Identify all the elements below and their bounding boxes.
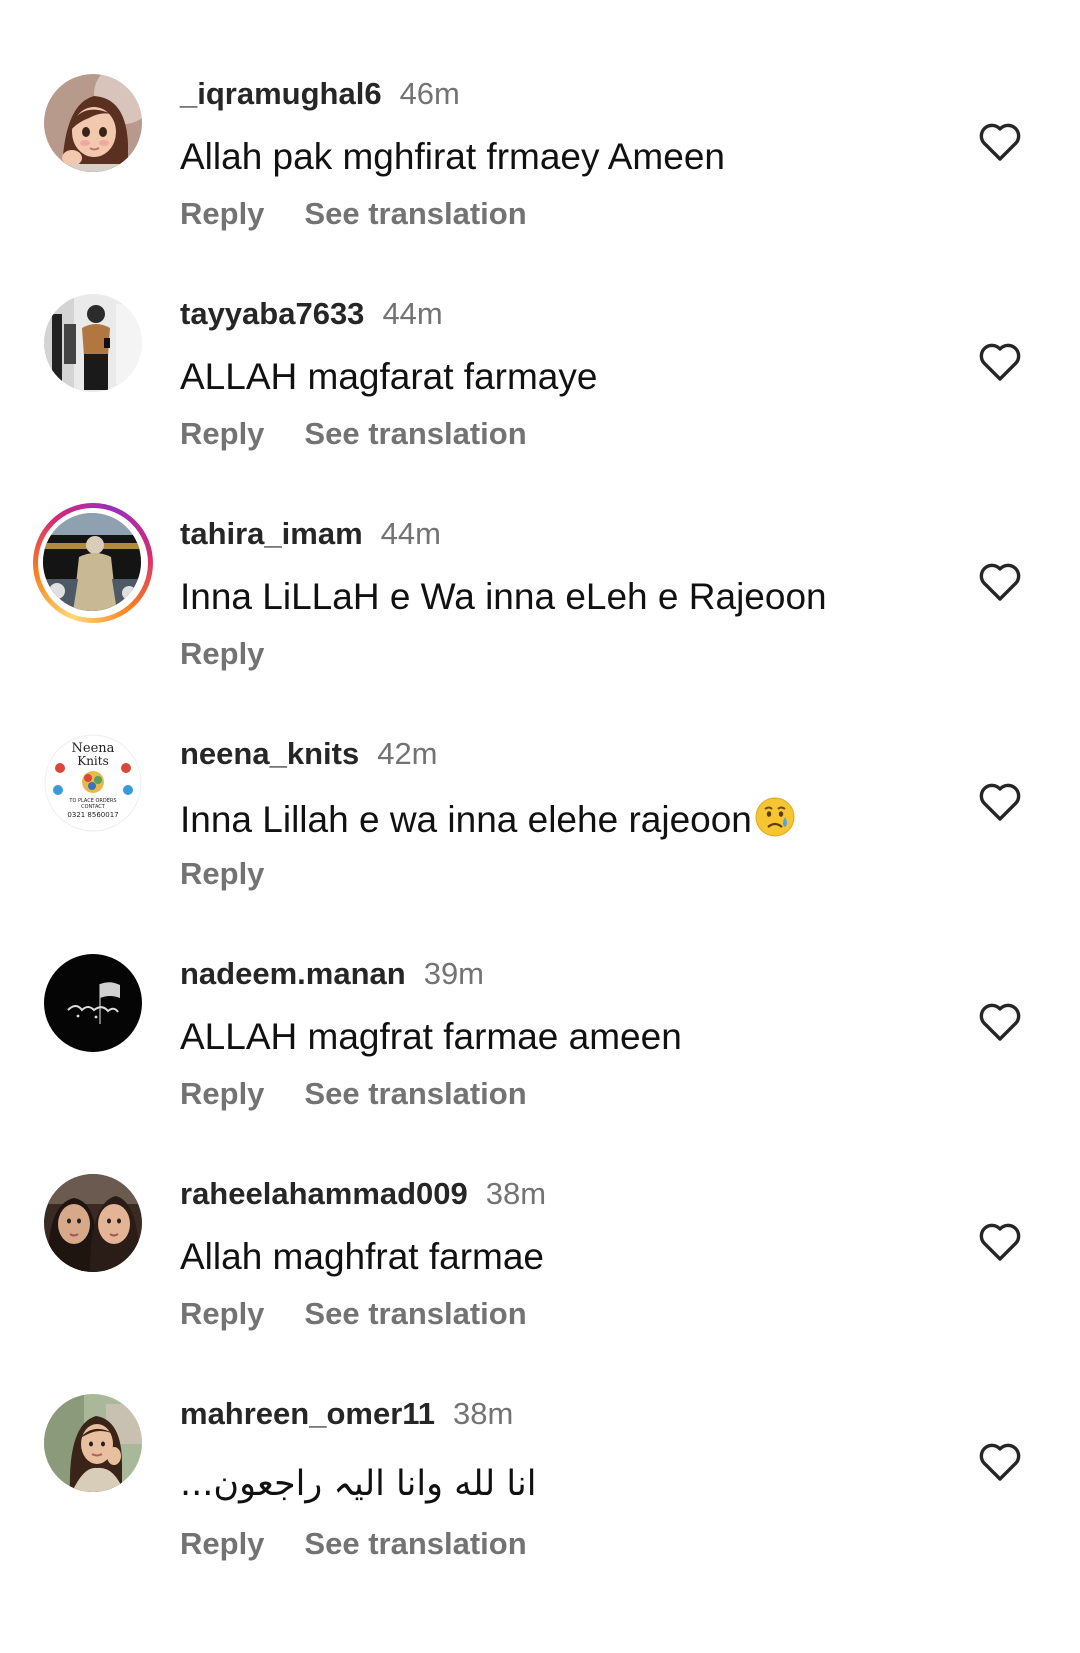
reply-button[interactable]: Reply — [180, 1076, 264, 1111]
reply-button[interactable]: Reply — [180, 856, 264, 891]
comment-item: mahreen_omer11 38m انا لله وانا الیہ راجع… — [0, 1390, 1080, 1620]
comment-time: 38m — [453, 1396, 514, 1431]
comment-text: Inna Lillah e wa inna elehe rajeoon — [180, 799, 752, 840]
cartoon-girl-avatar — [44, 74, 142, 172]
neena-knits-logo-avatar: Neena Knits TO PLACE ORDERS CONTACT 0321… — [44, 734, 142, 832]
avatar[interactable] — [44, 954, 142, 1052]
comment-time: 46m — [399, 76, 460, 111]
comment-actions: Reply See translation — [180, 1526, 527, 1562]
reply-button[interactable]: Reply — [180, 636, 264, 671]
comment-text-wrap: Inna Lillah e wa inna elehe rajeoon — [180, 796, 796, 841]
comment-item: nadeem.manan 39m ALLAH magfrat farmae ame… — [0, 950, 1080, 1180]
username-link[interactable]: tayyaba7633 — [180, 296, 364, 331]
comment-time: 44m — [382, 296, 443, 331]
comment-text: ALLAH magfarat farmaye — [180, 356, 598, 397]
comment-meta: _iqramughal6 46m — [180, 76, 460, 112]
comment-time: 44m — [380, 516, 441, 551]
heart-icon[interactable] — [978, 562, 1022, 602]
kaaba-photo-avatar — [43, 513, 141, 611]
comment-text: Inna LiLLaH e Wa inna eLeh e Rajeoon — [180, 576, 827, 617]
comment-actions: Reply — [180, 636, 264, 672]
reply-button[interactable]: Reply — [180, 416, 264, 451]
crying-face-emoji — [755, 797, 795, 837]
comment-text: Allah pak mghfirat frmaey Ameen — [180, 136, 725, 177]
username-link[interactable]: tahira_imam — [180, 516, 363, 551]
avatar[interactable] — [44, 1394, 142, 1492]
heart-icon[interactable] — [978, 342, 1022, 382]
see-translation-button[interactable]: See translation — [304, 196, 526, 231]
comment-actions: Reply See translation — [180, 1296, 527, 1332]
comment-time: 38m — [485, 1176, 547, 1211]
username-link[interactable]: mahreen_omer11 — [180, 1396, 435, 1431]
see-translation-button[interactable]: See translation — [304, 416, 526, 451]
username-link[interactable]: neena_knits — [180, 736, 359, 771]
woman-portrait-avatar — [44, 1394, 142, 1492]
see-translation-button[interactable]: See translation — [304, 1526, 526, 1561]
comment-item: tahira_imam 44m Inna LiLLaH e Wa inna eLe… — [0, 503, 1080, 740]
avatar[interactable] — [44, 294, 142, 392]
comment-item: raheelahammad009 38m Allah maghfrat farma… — [0, 1170, 1080, 1400]
comment-time: 39m — [423, 956, 485, 991]
reply-button[interactable]: Reply — [180, 196, 264, 231]
logo-text: CONTACT — [81, 804, 106, 810]
comment-meta: nadeem.manan 39m — [180, 956, 484, 992]
reply-button[interactable]: Reply — [180, 1296, 264, 1331]
comment-meta: tahira_imam 44m — [180, 516, 441, 552]
avatar[interactable]: Neena Knits TO PLACE ORDERS CONTACT 0321… — [44, 734, 142, 832]
heart-icon[interactable] — [978, 1442, 1022, 1482]
black-flag-calligraphy-avatar — [44, 954, 142, 1052]
comment-actions: Reply See translation — [180, 1076, 527, 1112]
avatar[interactable] — [44, 74, 142, 172]
logo-text: Knits — [77, 754, 109, 768]
comment-item: tayyaba7633 44m ALLAH magfarat farmaye Re… — [0, 290, 1080, 520]
comment-actions: Reply See translation — [180, 416, 527, 452]
username-link[interactable]: nadeem.manan — [180, 956, 406, 991]
heart-icon[interactable] — [978, 782, 1022, 822]
mirror-selfie-avatar — [44, 294, 142, 392]
comment-item: Neena Knits TO PLACE ORDERS CONTACT 0321… — [0, 730, 1080, 960]
comment-meta: tayyaba7633 44m — [180, 296, 443, 332]
heart-icon[interactable] — [978, 1002, 1022, 1042]
comment-text: ALLAH magfrat farmae ameen — [180, 1016, 682, 1057]
two-women-selfie-avatar — [44, 1174, 142, 1272]
username-link[interactable]: raheelahammad009 — [180, 1176, 468, 1211]
comment-actions: Reply See translation — [180, 196, 527, 232]
comment-actions: Reply — [180, 856, 264, 892]
comment-meta: neena_knits 42m — [180, 736, 438, 772]
comment-time: 42m — [377, 736, 438, 771]
heart-icon[interactable] — [978, 122, 1022, 162]
see-translation-button[interactable]: See translation — [304, 1076, 526, 1111]
see-translation-button[interactable]: See translation — [304, 1296, 526, 1331]
comment-text: Allah maghfrat farmae — [180, 1236, 545, 1277]
comment-meta: mahreen_omer11 38m — [180, 1396, 513, 1432]
logo-text: 0321 8560017 — [67, 811, 118, 819]
username-link[interactable]: _iqramughal6 — [180, 76, 382, 111]
heart-icon[interactable] — [978, 1222, 1022, 1262]
reply-button[interactable]: Reply — [180, 1526, 264, 1561]
avatar-story-ring[interactable] — [33, 503, 153, 623]
avatar[interactable] — [44, 1174, 142, 1272]
comment-item: _iqramughal6 46m Allah pak mghfirat frmae… — [0, 70, 1080, 300]
comment-text: انا لله وانا الیہ راجعون... — [180, 1464, 537, 1504]
comment-meta: raheelahammad009 38m — [180, 1176, 546, 1212]
